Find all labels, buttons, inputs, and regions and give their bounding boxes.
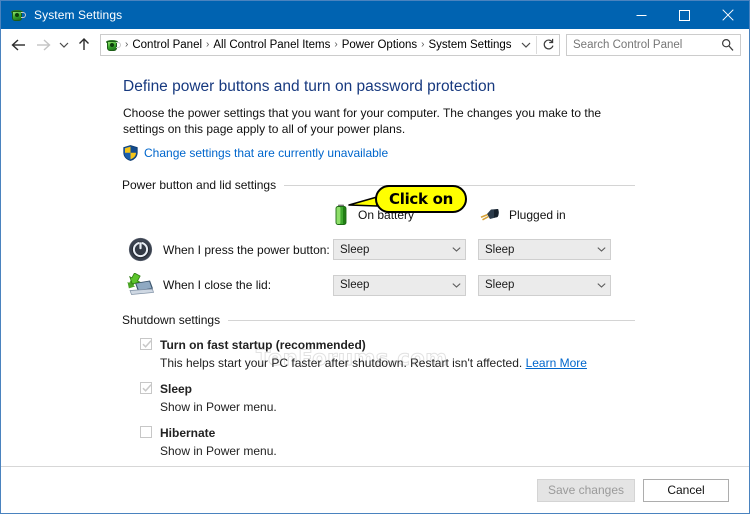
laptop-lid-icon	[123, 273, 157, 297]
power-button-plugged-in-select[interactable]: Sleep	[478, 239, 611, 260]
page-title: Define power buttons and turn on passwor…	[123, 78, 496, 95]
power-button-on-battery-select[interactable]: Sleep	[333, 239, 466, 260]
section-divider	[228, 319, 635, 321]
power-section-label: Power button and lid settings	[122, 178, 277, 192]
search-input[interactable]: Search Control Panel	[567, 39, 719, 51]
change-settings-link[interactable]: Change settings that are currently unava…	[144, 146, 388, 160]
breadcrumb-power-options[interactable]: Power Options	[339, 39, 420, 51]
power-button-plugged-in-value: Sleep	[485, 243, 515, 256]
click-on-callout: Click on	[375, 185, 467, 213]
chevron-down-icon[interactable]	[448, 282, 465, 289]
dialog-footer: Save changes Cancel	[1, 466, 749, 513]
column-plugged-in: Plugged in	[478, 206, 623, 224]
chevron-down-icon[interactable]	[516, 41, 536, 49]
chevron-down-icon[interactable]	[593, 246, 610, 253]
breadcrumb-all-control-panel-items[interactable]: All Control Panel Items	[210, 39, 333, 51]
power-plug-icon	[478, 206, 500, 224]
fast-startup-label: Turn on fast startup (recommended)	[160, 338, 366, 352]
maximize-button[interactable]	[663, 1, 706, 29]
chevron-down-icon[interactable]	[448, 246, 465, 253]
back-button[interactable]	[7, 33, 31, 57]
close-lid-on-battery-select[interactable]: Sleep	[333, 274, 466, 296]
close-lid-plugged-in-value: Sleep	[485, 279, 515, 291]
breadcrumb-control-panel[interactable]: Control Panel	[129, 39, 205, 51]
sleep-row[interactable]: Sleep Show in Power menu.	[123, 380, 635, 415]
hibernate-checkbox[interactable]	[140, 426, 152, 438]
power-button-icon	[123, 237, 157, 262]
search-control-panel-box[interactable]: Search Control Panel	[566, 33, 741, 56]
column-plugged-in-label: Plugged in	[509, 208, 566, 222]
close-lid-label: When I close the lid:	[163, 278, 272, 292]
close-lid-plugged-in-select[interactable]: Sleep	[478, 274, 611, 296]
page-content: TenForums.com Define power buttons and t…	[1, 60, 749, 466]
sleep-checkbox[interactable]	[140, 382, 152, 394]
callout-text: Click on	[389, 190, 453, 208]
save-changes-button[interactable]: Save changes	[536, 478, 635, 502]
fast-startup-row[interactable]: Turn on fast startup (recommended) This …	[123, 336, 635, 371]
uac-shield-icon	[123, 145, 138, 161]
battery-icon	[333, 204, 349, 226]
sleep-label: Sleep	[160, 382, 193, 396]
breadcrumb-address-bar[interactable]: › Control Panel › All Control Panel Item…	[100, 33, 560, 56]
system-settings-window: System Settings › Control Panel › All Co…	[0, 0, 750, 514]
search-icon[interactable]	[719, 38, 740, 51]
cancel-button[interactable]: Cancel	[643, 478, 729, 502]
window-controls	[620, 1, 749, 29]
power-button-on-battery-value: Sleep	[340, 243, 370, 256]
hibernate-description: Show in Power menu.	[160, 444, 277, 458]
address-bar-row: › Control Panel › All Control Panel Item…	[1, 29, 749, 60]
power-button-label: When I press the power button:	[163, 242, 330, 257]
learn-more-link[interactable]: Learn More	[526, 356, 587, 370]
power-button-row: When I press the power button: Sleep Sle…	[123, 237, 635, 262]
shutdown-section-label: Shutdown settings	[122, 313, 221, 327]
close-lid-on-battery-value: Sleep	[340, 279, 370, 291]
close-lid-row: When I close the lid: Sleep Sleep	[123, 273, 635, 297]
hibernate-label: Hibernate	[160, 426, 216, 440]
window-title: System Settings	[34, 8, 123, 22]
minimize-button[interactable]	[620, 1, 663, 29]
title-bar: System Settings	[1, 1, 749, 29]
fast-startup-description: This helps start your PC faster after sh…	[160, 356, 526, 370]
fast-startup-checkbox[interactable]	[140, 338, 152, 350]
up-level-button[interactable]	[72, 33, 96, 57]
page-description: Choose the power settings that you want …	[123, 106, 602, 136]
shutdown-section-header: Shutdown settings	[122, 313, 635, 327]
sleep-description: Show in Power menu.	[160, 400, 277, 414]
recent-locations-button[interactable]	[55, 33, 72, 57]
breadcrumb-control-panel-icon	[105, 37, 121, 53]
section-divider	[284, 184, 635, 186]
close-button[interactable]	[706, 1, 749, 29]
control-panel-power-icon	[10, 7, 26, 23]
refresh-icon[interactable]	[537, 35, 559, 55]
chevron-down-icon[interactable]	[593, 282, 610, 289]
forward-button	[31, 33, 55, 57]
breadcrumb-system-settings[interactable]: System Settings	[425, 39, 514, 51]
hibernate-row[interactable]: Hibernate Show in Power menu.	[123, 424, 635, 459]
change-settings-row[interactable]: Change settings that are currently unava…	[123, 144, 635, 162]
